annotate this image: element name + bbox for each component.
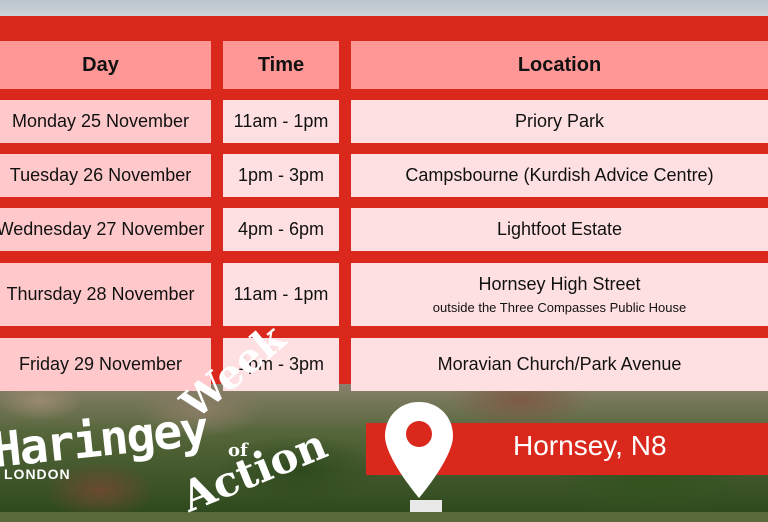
table-row-time: 1pm - 3pm: [223, 154, 339, 197]
table-row-location: Hornsey High Street outside the Three Co…: [351, 263, 768, 326]
table-row-day: Tuesday 26 November: [0, 154, 211, 197]
table-row-location: Moravian Church/Park Avenue: [351, 338, 768, 391]
table-row-day: Thursday 28 November: [0, 263, 211, 326]
location-name: Hornsey High Street: [478, 274, 641, 294]
location-banner-text: Hornsey, N8: [513, 430, 667, 461]
table-row-location: Campsbourne (Kurdish Advice Centre): [351, 154, 768, 197]
table-row-time: 4pm - 6pm: [223, 208, 339, 251]
location-name: Campsbourne (Kurdish Advice Centre): [405, 165, 714, 185]
schedule-table: Day Time Location Monday 25 November 11a…: [0, 16, 768, 391]
haringey-logo-subtitle: LONDON: [4, 466, 71, 482]
location-name: Lightfoot Estate: [496, 219, 623, 239]
location-detail: outside the Three Compasses Public House: [432, 300, 687, 315]
map-pin-icon: [385, 402, 453, 498]
table-row-day: Monday 25 November: [0, 100, 211, 143]
chimney: [410, 500, 442, 512]
table-row-day: Wednesday 27 November: [0, 208, 211, 251]
table-row-location: Priory Park: [351, 100, 768, 143]
table-row-time: 11am - 1pm: [223, 263, 339, 326]
header-location: Location: [351, 41, 768, 89]
header-time: Time: [223, 41, 339, 89]
table-row-location: Lightfoot Estate: [351, 208, 768, 251]
table-row-time: 11am - 1pm: [223, 100, 339, 143]
header-day: Day: [0, 41, 211, 89]
location-name: Priory Park: [514, 111, 604, 131]
location-name: Moravian Church/Park Avenue: [437, 354, 682, 374]
table-row-day: Friday 29 November: [0, 338, 211, 391]
